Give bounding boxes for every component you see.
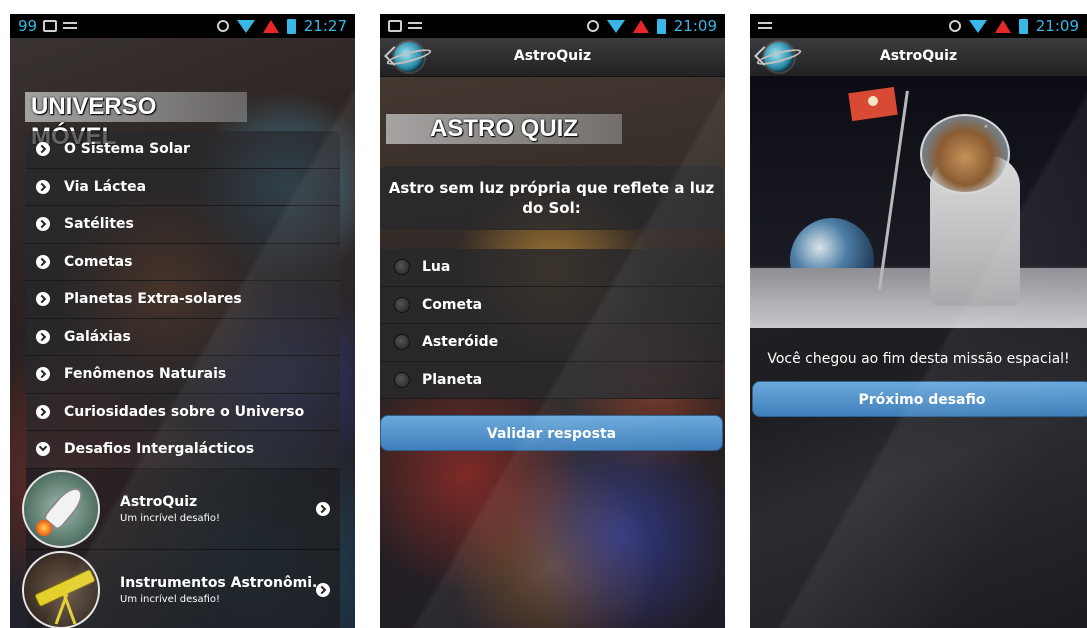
submenu-item-astroquiz[interactable]: AstroQuiz Um incrível desafio! xyxy=(22,468,340,550)
chevron-right-icon xyxy=(36,142,50,157)
menu-item-label: O Sistema Solar xyxy=(64,141,190,158)
alarm-icon xyxy=(586,20,599,32)
answer-options: Lua Cometa Asteróide Planeta xyxy=(380,249,723,399)
option-label: Lua xyxy=(422,259,451,276)
chevron-right-icon xyxy=(36,179,50,194)
menu-item-label: Satélites xyxy=(64,216,134,233)
chevron-right-icon xyxy=(36,217,50,232)
chevron-down-icon xyxy=(36,442,50,457)
clock: 21:09 xyxy=(1035,17,1079,35)
main-menu: O Sistema Solar Via Láctea Satélites Com… xyxy=(22,131,340,628)
menu-item-via-lactea[interactable]: Via Láctea xyxy=(26,168,340,206)
action-bar-title: AstroQuiz xyxy=(513,48,592,64)
menu-item-planetas-extra-solares[interactable]: Planetas Extra-solares xyxy=(26,281,340,319)
wifi-icon xyxy=(236,19,255,33)
next-challenge-button[interactable]: Próximo desafio xyxy=(752,381,1087,417)
submenu-item-description: Um incrível desafio! xyxy=(120,593,221,605)
chevron-right-icon xyxy=(36,329,50,344)
radio-button-icon[interactable] xyxy=(394,259,410,276)
option-label: Planeta xyxy=(422,371,483,388)
signal-icon xyxy=(632,19,649,33)
phone-screen-quiz: 21:09 AstroQuiz ASTRO QUIZ Astro sem luz… xyxy=(380,14,725,628)
paw-icon xyxy=(868,96,878,106)
action-bar: AstroQuiz xyxy=(750,38,1087,77)
wifi-icon xyxy=(968,19,987,33)
menu-item-label: Fenômenos Naturais xyxy=(64,366,227,383)
menu-item-cometas[interactable]: Cometas xyxy=(26,243,340,281)
submenu-item-title: AstroQuiz xyxy=(120,493,198,510)
battery-icon xyxy=(1018,18,1028,34)
menu-item-label: Cometas xyxy=(64,253,133,270)
chevron-right-icon xyxy=(36,367,50,382)
submenu-item-instrumentos[interactable]: Instrumentos Astronômi... Um incrível de… xyxy=(22,549,340,628)
radio-button-icon[interactable] xyxy=(394,334,410,351)
menu-item-label: Galáxias xyxy=(64,328,131,345)
menu-item-curiosidades[interactable]: Curiosidades sobre o Universo xyxy=(26,393,340,431)
menu-item-label: Curiosidades sobre o Universo xyxy=(64,403,305,420)
option-cometa[interactable]: Cometa xyxy=(380,286,723,324)
menu-item-sistema-solar[interactable]: O Sistema Solar xyxy=(26,131,340,169)
signal-icon xyxy=(262,19,279,33)
alarm-icon xyxy=(216,20,229,32)
notification-count: 99 xyxy=(18,17,38,35)
menu-item-label: Desafios Intergalácticos xyxy=(64,441,255,458)
option-asteroide[interactable]: Asteróide xyxy=(380,324,723,362)
clock: 21:09 xyxy=(673,17,717,35)
wifi-icon xyxy=(606,19,625,33)
usb-icon xyxy=(758,20,772,32)
astronaut-cat-illustration xyxy=(750,76,1087,328)
alarm-icon xyxy=(948,20,961,32)
chevron-right-icon xyxy=(316,582,330,597)
option-lua[interactable]: Lua xyxy=(380,249,723,287)
submenu-item-title: Instrumentos Astronômi... xyxy=(120,574,328,591)
action-bar: AstroQuiz xyxy=(380,38,725,77)
chevron-right-icon xyxy=(36,254,50,269)
phone-screen-main-menu: 99 21:27 UNIVERSO MÓVEL O Sistema Solar … xyxy=(10,14,355,628)
menu-item-desafios-intergalacticos[interactable]: Desafios Intergalácticos xyxy=(26,431,340,469)
battery-icon xyxy=(286,18,296,34)
mission-end-message: Você chegou ao fim desta missão espacial… xyxy=(767,351,1070,367)
image-notification-icon xyxy=(43,20,58,32)
usb-icon xyxy=(408,20,422,32)
cat-helmet-icon xyxy=(920,114,1010,194)
phone-screen-mission-complete: 21:09 AstroQuiz Você chegou ao fim desta… xyxy=(750,14,1087,628)
radio-button-icon[interactable] xyxy=(394,371,410,388)
menu-item-galaxias[interactable]: Galáxias xyxy=(26,318,340,356)
clock: 21:27 xyxy=(303,17,347,35)
radio-button-icon[interactable] xyxy=(394,296,410,313)
option-planeta[interactable]: Planeta xyxy=(380,361,723,399)
status-bar: 21:09 xyxy=(380,14,725,38)
action-bar-title: AstroQuiz xyxy=(879,48,958,64)
chevron-right-icon xyxy=(36,404,50,419)
status-bar: 21:09 xyxy=(750,14,1087,38)
usb-icon xyxy=(63,20,78,32)
status-bar: 99 21:27 xyxy=(10,14,355,38)
option-label: Cometa xyxy=(422,296,483,313)
telescope-icon xyxy=(22,550,100,628)
app-title: UNIVERSO MÓVEL xyxy=(25,92,247,150)
option-label: Asteróide xyxy=(422,334,499,351)
submenu-item-description: Um incrível desafio! xyxy=(120,512,221,524)
battery-icon xyxy=(656,18,666,34)
menu-item-satelites[interactable]: Satélites xyxy=(26,206,340,244)
chevron-right-icon xyxy=(316,501,330,516)
menu-item-fenomenos-naturais[interactable]: Fenômenos Naturais xyxy=(26,356,340,394)
rocket-icon xyxy=(22,469,100,548)
question-text: Astro sem luz própria que reflete a luz … xyxy=(380,166,723,230)
signal-icon xyxy=(994,19,1011,33)
chevron-right-icon xyxy=(36,292,50,307)
quiz-title: ASTRO QUIZ xyxy=(386,114,622,144)
flag-pole xyxy=(878,90,909,290)
moon-ground xyxy=(750,268,1087,328)
menu-item-label: Planetas Extra-solares xyxy=(64,291,242,308)
image-notification-icon xyxy=(388,20,402,32)
menu-item-label: Via Láctea xyxy=(64,178,147,195)
validate-answer-button[interactable]: Validar resposta xyxy=(380,415,723,451)
